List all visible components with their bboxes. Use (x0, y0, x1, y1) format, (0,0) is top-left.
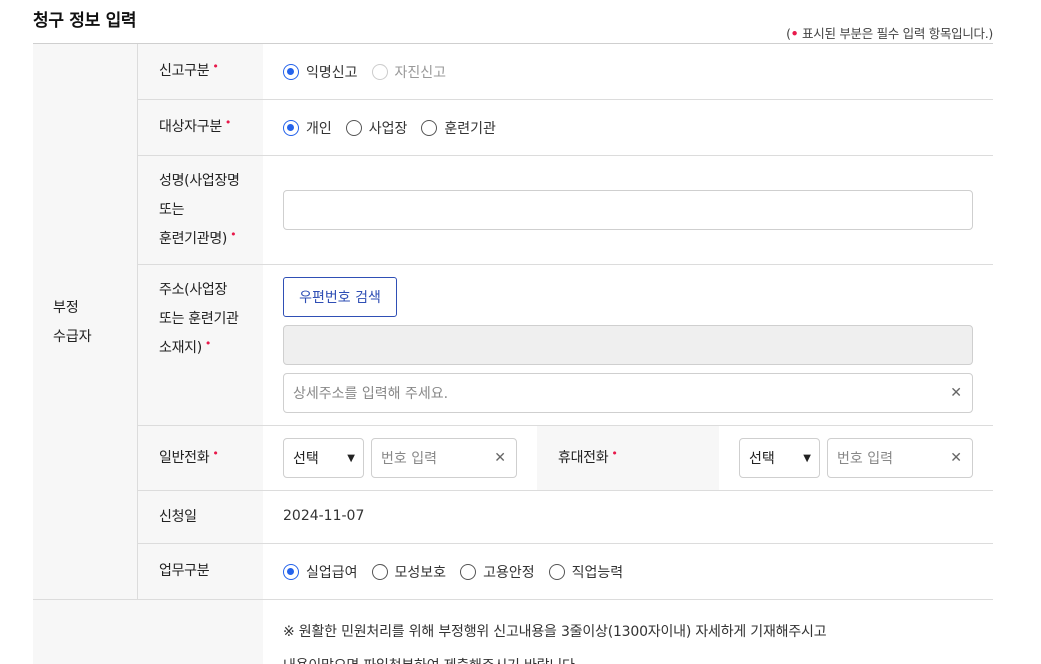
row-target-type: 대상자구분 • 개인 사업장 훈련기관 (138, 100, 993, 156)
section-label-line1: 부정 (53, 300, 79, 316)
phone-area-select[interactable]: 선택 ▼ (283, 438, 364, 478)
radio-employment-stability-label: 고용안정 (483, 565, 535, 581)
business-type-radios: 실업급여 모성보호 고용안정 직업능력 (283, 562, 637, 582)
radio-unemployment-benefit[interactable]: 실업급여 (283, 562, 358, 582)
mobile-number-input[interactable]: 번호 입력 ✕ (827, 438, 973, 478)
radio-workplace-label: 사업장 (368, 121, 408, 137)
name-label: 성명(사업장명 또는 훈련기관명) • (159, 167, 240, 254)
chevron-down-icon: ▼ (347, 452, 355, 464)
notice-line1: ※ 원활한 민원처리를 위해 부정행위 신고내용을 3줄이상(1300자이내) … (283, 624, 827, 640)
phone-area-select-value: 선택 (293, 451, 319, 467)
radio-workplace-control[interactable] (345, 120, 362, 136)
row-phone: 일반전화 • 선택 ▼ 번호 입력 ✕ 휴대전화 • 선택 ▼ 번호 입력 ✕ (138, 426, 993, 491)
close-icon[interactable]: ✕ (950, 450, 962, 466)
report-type-label-cell: 신고구분 • (138, 44, 263, 99)
business-type-label: 업무구분 (159, 563, 210, 579)
chevron-down-icon: ▼ (803, 452, 811, 464)
address-label: 주소(사업장 또는 훈련기관 소재지) • (159, 276, 239, 363)
required-note: (• 표시된 부분은 필수 입력 항목입니다.) (786, 23, 993, 42)
radio-employment-stability-control[interactable] (460, 564, 477, 580)
row-business-type: 업무구분 실업급여 모성보호 고용안정 직업능력 (138, 544, 993, 600)
close-icon[interactable]: ✕ (494, 450, 506, 466)
radio-vocational-ability[interactable]: 직업능력 (548, 562, 624, 582)
radio-unemployment-benefit-control[interactable] (283, 564, 299, 580)
row-name: 성명(사업장명 또는 훈련기관명) • (138, 156, 993, 265)
apply-date-label: 신청일 (159, 509, 197, 525)
notice-line2: 내용이많으면 파일첨부하여 제출해주시기 바랍니다. (283, 649, 826, 664)
close-icon[interactable]: ✕ (950, 385, 962, 401)
apply-date-value: 2024-11-07 (283, 508, 365, 524)
row-report-type: 신고구분 • 익명신고 자진신고 (138, 44, 993, 100)
address-label-cell: 주소(사업장 또는 훈련기관 소재지) • (138, 265, 263, 425)
base-address-field (283, 325, 973, 365)
claim-form: 부정 수급자 신고구분 • 익명신고 자진신고 대상자구분 • 개인 사업장 훈… (33, 43, 993, 664)
radio-workplace[interactable]: 사업장 (345, 118, 408, 138)
radio-training-institute[interactable]: 훈련기관 (421, 118, 496, 138)
section-label-cell: 부정 수급자 (33, 44, 138, 600)
name-label-line1: 성명(사업장명 (159, 173, 240, 189)
radio-training-institute-control[interactable] (421, 120, 438, 136)
phone-label: 일반전화 • (159, 447, 219, 466)
radio-employment-stability[interactable]: 고용안정 (460, 562, 535, 582)
address-label-line1: 주소(사업장 (159, 282, 228, 298)
radio-anonymous-control[interactable] (283, 64, 299, 80)
radio-training-institute-label: 훈련기관 (444, 121, 496, 137)
radio-anonymous[interactable]: 익명신고 (283, 62, 358, 82)
radio-maternity-protection-control[interactable] (371, 564, 388, 580)
radio-anonymous-label: 익명신고 (306, 65, 358, 81)
address-label-line2: 또는 훈련기관 (159, 311, 239, 327)
name-input[interactable] (283, 190, 973, 230)
mobile-label-cell: 휴대전화 • (537, 426, 719, 490)
radio-maternity-protection-label: 모성보호 (394, 565, 447, 581)
radio-maternity-protection[interactable]: 모성보호 (371, 562, 447, 582)
radio-individual-control[interactable] (283, 120, 299, 136)
section-label-line2: 수급자 (53, 329, 92, 345)
row-address: 주소(사업장 또는 훈련기관 소재지) • 우편번호 검색 상세주소를 입력해 주… (138, 265, 993, 426)
detail-address-placeholder: 상세주소를 입력해 주세요. (293, 386, 449, 402)
target-type-radios: 개인 사업장 훈련기관 (283, 118, 510, 138)
detail-address-input[interactable]: 상세주소를 입력해 주세요. ✕ (283, 373, 973, 413)
radio-individual[interactable]: 개인 (283, 118, 332, 138)
mobile-prefix-select[interactable]: 선택 ▼ (739, 438, 820, 478)
radio-self-report-label: 자진신고 (394, 65, 447, 81)
required-note-text: 표시된 부분은 필수 입력 항목입니다.) (802, 26, 993, 41)
mobile-prefix-select-value: 선택 (749, 451, 775, 467)
report-type-radios: 익명신고 자진신고 (283, 62, 460, 82)
radio-vocational-ability-label: 직업능력 (571, 565, 624, 581)
report-content-notice: ※ 원활한 민원처리를 위해 부정행위 신고내용을 3줄이상(1300자이내) … (283, 615, 827, 664)
notice-label-cell (33, 600, 263, 664)
mobile-label: 휴대전화 • (558, 447, 618, 466)
address-label-line3: 소재지) • (159, 337, 212, 356)
row-apply-date: 신청일 2024-11-07 (138, 491, 993, 544)
name-label-cell: 성명(사업장명 또는 훈련기관명) • (138, 156, 263, 264)
section-label: 부정 수급자 (53, 294, 92, 352)
radio-self-report-control (371, 64, 388, 80)
phone-label-cell: 일반전화 • (138, 426, 263, 490)
report-type-label: 신고구분 • (159, 60, 219, 79)
mobile-number-placeholder: 번호 입력 (837, 451, 893, 467)
phone-number-placeholder: 번호 입력 (381, 451, 437, 467)
target-type-label: 대상자구분 • (159, 116, 232, 135)
target-type-label-cell: 대상자구분 • (138, 100, 263, 155)
name-label-line3: 훈련기관명) • (159, 228, 237, 247)
radio-vocational-ability-control[interactable] (548, 564, 565, 580)
radio-self-report: 자진신고 (371, 62, 447, 82)
page-title: 청구 정보 입력 (33, 11, 137, 31)
phone-number-input[interactable]: 번호 입력 ✕ (371, 438, 517, 478)
apply-date-label-cell: 신청일 (138, 491, 263, 543)
name-label-line2: 또는 (159, 202, 185, 218)
business-type-label-cell: 업무구분 (138, 544, 263, 599)
radio-individual-label: 개인 (306, 121, 332, 137)
radio-unemployment-benefit-label: 실업급여 (306, 565, 358, 581)
required-dot: • (790, 26, 799, 41)
postcode-search-button[interactable]: 우편번호 검색 (283, 277, 397, 317)
